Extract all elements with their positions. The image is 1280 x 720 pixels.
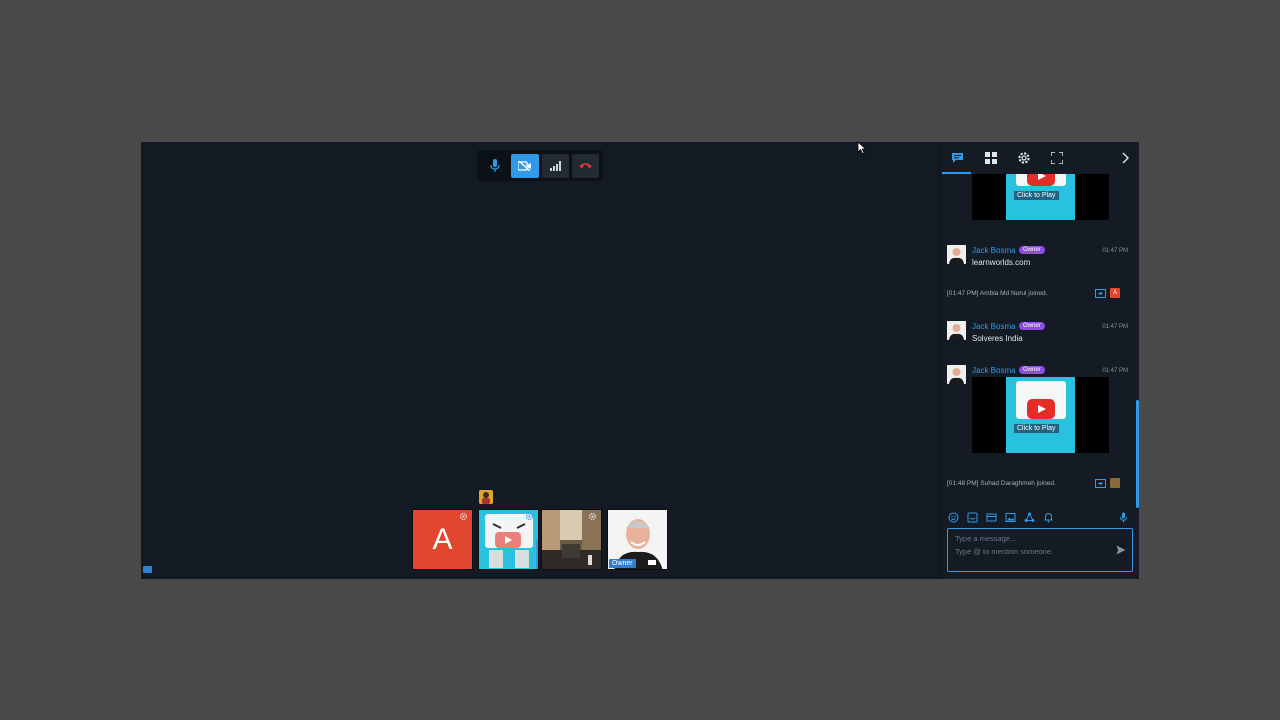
system-message-actions [1095,478,1120,488]
hangup-button[interactable] [571,153,599,178]
tab-layout[interactable] [983,150,999,166]
composer-toolbar [948,512,1134,524]
message-author[interactable]: Jack Bosma [972,246,1016,255]
floating-user-avatar[interactable] [479,490,493,504]
call-controls [477,150,603,181]
chat-scrollbar[interactable] [1136,400,1139,508]
mic-button[interactable] [481,154,508,178]
chat-sidebar: Click to Play Jack Bosma Owner 01:47 PM … [939,142,1139,579]
avatar [947,321,966,340]
avatar [947,245,966,264]
video-embed[interactable]: Click to Play [972,377,1109,453]
mention-hint: Type @ to mention someone. [955,547,1054,556]
message-input-placeholder: Type a message... [955,534,1017,543]
gif-icon[interactable] [986,512,997,523]
gear-icon [1018,152,1030,164]
avatar [947,365,966,384]
video-embed[interactable]: Click to Play [972,174,1109,220]
click-to-play-label: Click to Play [1014,191,1059,200]
captions-icon[interactable] [143,566,152,573]
message-time: 01:47 PM [1102,368,1128,374]
gear-icon[interactable] [525,512,534,521]
participant-tile[interactable]: A [412,509,473,570]
participant-tile[interactable] [541,509,602,570]
fullscreen-icon [1051,152,1063,164]
signal-icon [549,160,561,171]
gear-icon[interactable] [588,512,597,521]
image-icon[interactable] [1005,512,1016,523]
hangup-icon [579,163,592,169]
message-time: 01:47 PM [1102,248,1128,254]
sticker-icon[interactable] [967,512,978,523]
participant-tile[interactable] [478,509,539,570]
participant-tile[interactable]: Owner [607,509,668,570]
chat-icon [951,153,963,163]
video-stage: A Owner [141,142,939,579]
enter-icon[interactable] [1095,478,1106,488]
camera-toggle-button[interactable] [511,153,539,178]
system-message: [01:47 PM] Ambia Md Nurul joined. [947,290,1048,297]
tab-fullscreen[interactable] [1049,150,1065,166]
owner-badge: Owner [1019,246,1045,254]
sidebar-tabs [940,142,1139,174]
message-text: Solveres India [972,334,1023,343]
send-icon[interactable] [1116,545,1126,555]
bell-icon[interactable] [1043,512,1054,523]
play-icon [1027,399,1055,419]
message-author[interactable]: Jack Bosma [972,322,1016,331]
owner-badge: Owner [1019,322,1045,330]
message-author[interactable]: Jack Bosma [972,366,1016,375]
system-message-actions: A [1095,288,1120,298]
meeting-app: A Owner Click to Play Jack Bosma Owner 0… [141,142,1139,579]
message-text[interactable]: learnworlds.com [972,258,1030,267]
chevron-right-icon [1122,152,1129,164]
message-input[interactable]: Type a message... Type @ to mention some… [947,528,1133,572]
mouse-cursor [857,141,867,155]
share-icon[interactable] [1024,512,1035,523]
participant-initial: A [432,522,453,556]
gear-icon[interactable] [459,512,468,521]
collapse-sidebar-button[interactable] [1118,150,1134,166]
mic-icon [490,159,500,172]
owner-tag: Owner [609,559,636,568]
chat-messages: Click to Play Jack Bosma Owner 01:47 PM … [940,174,1132,510]
camera-off-icon [517,160,531,171]
network-stats-button[interactable] [541,153,569,178]
click-to-play-label: Click to Play [1014,424,1059,433]
play-icon [1027,174,1055,186]
user-avatar-mini [1110,478,1120,488]
mic-icon[interactable] [1118,512,1129,523]
emoji-icon[interactable] [948,512,959,523]
grid-icon [985,152,997,164]
system-message: [01:48 PM] Suhad Daraghmeh joined. [947,480,1056,487]
tab-settings[interactable] [1016,150,1032,166]
message-time: 01:47 PM [1102,324,1128,330]
enter-icon[interactable] [1095,288,1106,298]
user-initial-badge: A [1110,288,1120,298]
tab-chat[interactable] [949,150,965,166]
owner-badge: Owner [1019,366,1045,374]
